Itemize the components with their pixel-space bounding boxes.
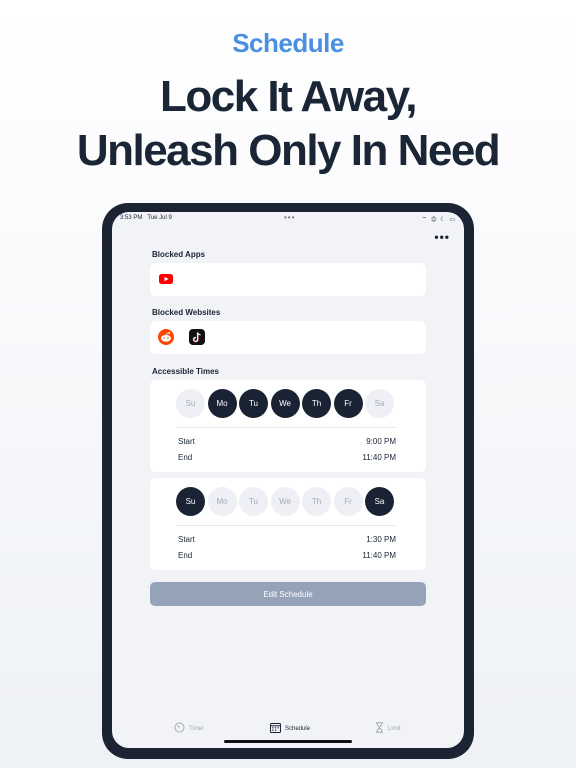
youtube-icon <box>158 271 174 287</box>
status-bar: 3:53 PM Tue Jul 9 ••• ⌔ ◎ ☾ ▭ <box>120 213 456 225</box>
home-indicator[interactable] <box>224 740 352 743</box>
tab-bar: Timer Schedule Limit <box>112 712 464 748</box>
page-kicker: Schedule <box>232 28 344 58</box>
tab-limit-label: Limit <box>388 725 401 732</box>
tablet-screen: 3:53 PM Tue Jul 9 ••• ⌔ ◎ ☾ ▭ ••• Blocke… <box>112 212 464 748</box>
divider <box>176 525 396 526</box>
blocked-apps-card[interactable] <box>150 263 426 296</box>
end-label: End <box>178 453 193 462</box>
day-toggle-th[interactable]: Th <box>302 487 331 516</box>
end-time-value: 11:40 PM <box>362 453 396 462</box>
tablet-frame: 3:53 PM Tue Jul 9 ••• ⌔ ◎ ☾ ▭ ••• Blocke… <box>102 203 474 759</box>
start-time-row[interactable]: Start 9:00 PM <box>178 437 396 447</box>
more-options-button[interactable]: ••• <box>434 230 450 244</box>
reddit-icon <box>158 329 174 345</box>
tab-timer-label: Timer <box>189 725 205 732</box>
start-time-value: 9:00 PM <box>366 437 396 446</box>
headline-line-2: Unleash Only In Need <box>76 126 501 175</box>
end-time-value: 11:40 PM <box>362 551 396 560</box>
start-time-value: 1:30 PM <box>366 535 396 544</box>
schedule-card-2[interactable]: Su Mo Tu We Th Fr Sa Start 1:30 PM End 1… <box>150 478 426 570</box>
accessible-times-label: Accessible Times <box>152 367 220 376</box>
end-time-row[interactable]: End 11:40 PM <box>178 453 396 463</box>
blocked-websites-card[interactable] <box>150 321 426 354</box>
tab-schedule[interactable]: Schedule <box>270 722 310 735</box>
day-toggle-fr[interactable]: Fr <box>333 389 363 418</box>
calendar-icon <box>270 722 281 735</box>
status-time-date: 3:53 PM Tue Jul 9 <box>120 215 172 221</box>
timer-icon <box>174 722 185 735</box>
day-toggle-mo[interactable]: Mo <box>207 389 237 418</box>
status-icons: ⌔ ◎ ☾ ▭ <box>421 217 456 223</box>
day-toggle-sa[interactable]: Sa <box>365 487 394 516</box>
end-label: End <box>178 551 193 560</box>
day-toggle-tu[interactable]: Tu <box>239 389 268 418</box>
tab-timer[interactable]: Timer <box>174 722 204 735</box>
day-toggle-sa[interactable]: Sa <box>365 389 394 418</box>
blocked-websites-label: Blocked Websites <box>152 308 221 317</box>
tab-schedule-label: Schedule <box>285 725 311 732</box>
day-toggle-fr[interactable]: Fr <box>333 487 363 516</box>
end-time-row[interactable]: End 11:40 PM <box>178 551 396 561</box>
start-time-row[interactable]: Start 1:30 PM <box>178 535 396 545</box>
tiktok-icon <box>189 329 205 345</box>
day-toggle-th[interactable]: Th <box>302 389 331 418</box>
blocked-apps-label: Blocked Apps <box>152 250 206 259</box>
status-time: 3:53 PM <box>120 215 143 221</box>
multitask-dots[interactable]: ••• <box>284 213 295 222</box>
start-label: Start <box>178 535 195 544</box>
day-toggle-we[interactable]: We <box>270 389 300 418</box>
schedule-card-1[interactable]: Su Mo Tu We Th Fr Sa Start 9:00 PM End 1… <box>150 380 426 472</box>
headline-line-1: Lock It Away, <box>160 72 418 121</box>
hourglass-icon <box>375 722 384 735</box>
start-label: Start <box>178 437 195 446</box>
day-toggle-we[interactable]: We <box>270 487 300 516</box>
day-toggle-su[interactable]: Su <box>176 487 205 516</box>
status-date: Tue Jul 9 <box>147 215 172 221</box>
tab-limit[interactable]: Limit <box>375 722 401 735</box>
day-toggle-tu[interactable]: Tu <box>239 487 268 516</box>
day-toggle-su[interactable]: Su <box>176 389 205 418</box>
divider <box>176 427 396 428</box>
day-toggle-mo[interactable]: Mo <box>207 487 237 516</box>
page-headline: Lock It Away, Unleash Only In Need <box>0 70 576 178</box>
edit-schedule-button[interactable]: Edit Schedule <box>150 582 426 606</box>
